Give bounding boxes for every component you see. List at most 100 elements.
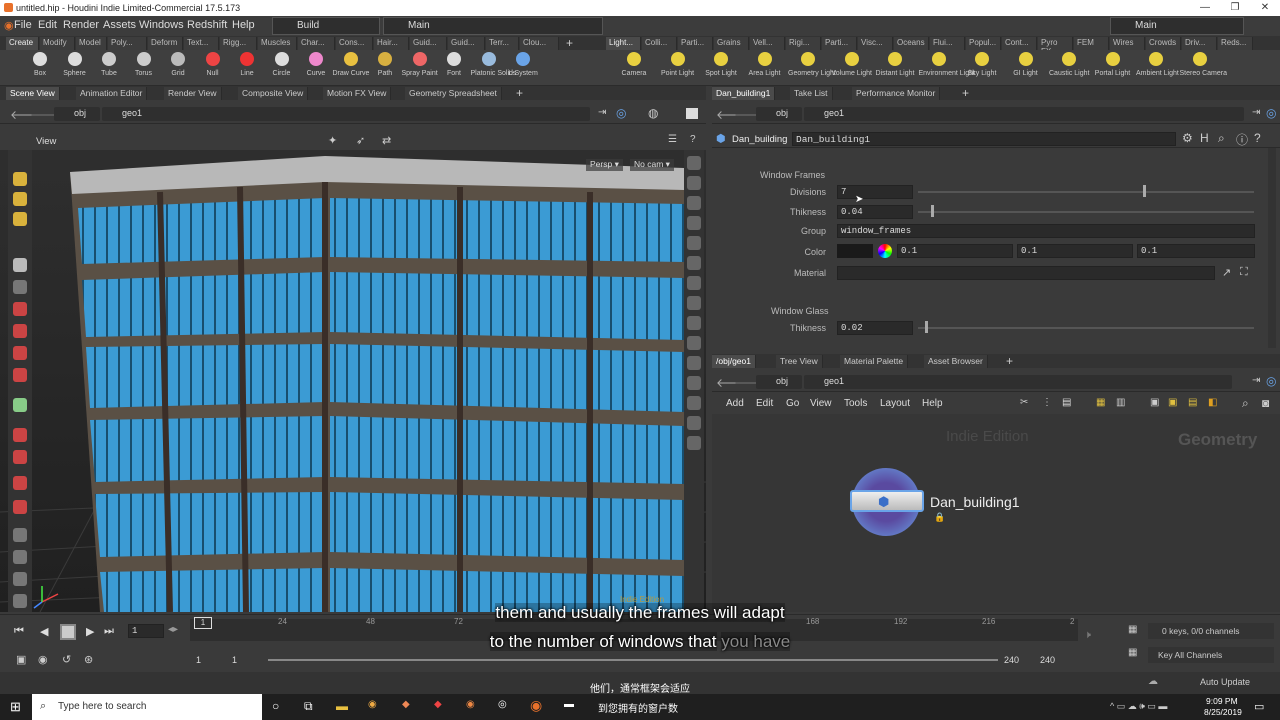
tool-font-button[interactable]: Font (436, 52, 472, 86)
app-icon-3[interactable]: ◎ (498, 699, 507, 710)
gear-icon[interactable]: ⚙ (1182, 131, 1193, 145)
select-tool-icon[interactable] (13, 258, 27, 272)
menu-edit[interactable]: Edit (38, 19, 57, 31)
pin-icon[interactable]: ⇥ (598, 107, 606, 118)
camera-icon[interactable]: ◙ (1262, 396, 1269, 410)
brush-tool-icon[interactable] (13, 212, 27, 226)
params-scrollbar[interactable] (1268, 148, 1276, 348)
menu-file[interactable]: File (14, 19, 32, 31)
shelf-tab-right-8[interactable]: Oceans (894, 37, 929, 50)
tab-composite-view[interactable]: Composite View (238, 87, 309, 100)
range-end2[interactable]: 240 (1040, 655, 1055, 665)
pin-icon[interactable]: ⇥ (1252, 107, 1260, 118)
path-obj[interactable]: obj (756, 375, 802, 389)
tool-torus-button[interactable]: Torus (126, 52, 162, 86)
tools-icon[interactable]: ✂ (1020, 397, 1028, 408)
menu-redshift[interactable]: Redshift (187, 19, 227, 31)
glass-thickness-slider-knob[interactable] (924, 321, 928, 333)
shelf-tab-12[interactable]: Guid... (448, 37, 485, 50)
range-bar[interactable] (268, 659, 998, 661)
tool-l-system-button[interactable]: L-System (505, 52, 541, 86)
tab-motion-fx-view[interactable]: Motion FX View (323, 87, 392, 100)
jump-to-operator-icon[interactable]: ↗ (1222, 266, 1231, 279)
tool-tube-button[interactable]: Tube (91, 52, 127, 86)
tab-asset-browser[interactable]: Asset Browser (924, 355, 988, 368)
search-icon[interactable]: ⌕ (1242, 396, 1249, 411)
tool-stereo-camera-button[interactable]: Stereo Camera (1180, 52, 1227, 86)
tool-spray-paint-button[interactable]: Spray Paint (402, 52, 438, 86)
shelf-tab-14[interactable]: Clou... (520, 37, 559, 50)
add-shelf-tab-icon[interactable]: + (566, 36, 573, 50)
shelf-tab-right-10[interactable]: Popul... (966, 37, 1001, 50)
shelf-tab-right-17[interactable]: Reds... (1218, 37, 1253, 50)
tree-icon[interactable]: ⋮ (1042, 397, 1052, 408)
frame-count-icon[interactable] (687, 396, 701, 410)
chrome-icon[interactable]: ◉ (368, 699, 377, 710)
tool-box-button[interactable]: Box (22, 52, 58, 86)
headlight-icon[interactable] (687, 256, 701, 270)
tool-null-button[interactable]: Null (195, 52, 231, 86)
layout-icon[interactable]: ▥ (1116, 397, 1125, 408)
glass-thickness-field[interactable]: 0.02 (837, 321, 913, 335)
tool-gi-light-button[interactable]: GI Light (1006, 52, 1046, 86)
shelf-tab-right-3[interactable]: Grains (714, 37, 749, 50)
grid-icon[interactable]: ▦ (1096, 397, 1105, 408)
shelf-tab-right-0[interactable]: Light... (606, 37, 641, 50)
houdini-menu-icon[interactable]: ◉ (4, 19, 14, 32)
lock-camera-icon[interactable] (687, 196, 701, 210)
tool-portal-light-button[interactable]: Portal Light (1093, 52, 1133, 86)
shelf-tab-9[interactable]: Cons... (336, 37, 373, 50)
help-icon[interactable]: ? (1254, 131, 1261, 145)
tool-area-light-button[interactable]: Area Light (745, 52, 785, 86)
restore-button[interactable]: ❐ (1220, 0, 1250, 16)
network-menu-edit[interactable]: Edit (756, 398, 773, 409)
link-icon[interactable]: ◎ (1266, 374, 1276, 388)
lock-select-icon[interactable] (13, 280, 27, 294)
select-edges-icon[interactable] (13, 346, 27, 360)
glass-thickness-slider-track[interactable] (918, 327, 1254, 329)
rotate-view-icon[interactable] (13, 550, 27, 564)
perspective-menu[interactable]: Persp ▾ (586, 159, 623, 171)
tool-draw-curve-button[interactable]: Draw Curve (333, 52, 369, 86)
desktop-dropdown[interactable]: Build (272, 17, 380, 35)
tool-ambient-light-button[interactable]: Ambient Light (1136, 52, 1179, 86)
tab-tree-view[interactable]: Tree View (776, 355, 823, 368)
menu-assets[interactable]: Assets (103, 19, 136, 31)
shelf-tab-right-9[interactable]: Flui... (930, 37, 965, 50)
shelf-tab-7[interactable]: Muscles (258, 37, 297, 50)
task-view-icon[interactable]: ⧉ (304, 699, 313, 714)
select-prims-icon[interactable] (13, 368, 27, 382)
snapshot-icon[interactable]: ◍ (648, 106, 658, 120)
tab-render-view[interactable]: Render View (164, 87, 222, 100)
divisions-field[interactable]: 7 (837, 185, 913, 199)
color-r-field[interactable]: 0.1 (897, 244, 1013, 258)
wireframe-icon[interactable] (687, 296, 701, 310)
tool-path-button[interactable]: Path (367, 52, 403, 86)
taskbar-search[interactable]: Type here to search (32, 694, 262, 720)
flip-book-icon[interactable] (13, 572, 27, 586)
add-tab-icon[interactable]: + (962, 86, 969, 100)
tab-animation-editor[interactable]: Animation Editor (76, 87, 148, 100)
shelf-tab-2[interactable]: Model (76, 37, 107, 50)
right-desktop-dropdown[interactable]: Main (1110, 17, 1244, 35)
range-end[interactable]: 240 (1004, 655, 1019, 665)
tool-environment-light-button[interactable]: Environment Light (919, 52, 975, 86)
material-field[interactable] (837, 266, 1215, 280)
shelf-tab-right-2[interactable]: Parti... (678, 37, 713, 50)
menu-help[interactable]: Help (232, 19, 255, 31)
thickness-slider-track[interactable] (918, 211, 1254, 213)
normals-icon[interactable] (687, 336, 701, 350)
shelf-tab-13[interactable]: Terr... (486, 37, 519, 50)
point-display-icon[interactable] (687, 316, 701, 330)
shelf-tab-right-4[interactable]: Vell... (750, 37, 785, 50)
app-icon-2[interactable]: ◆ (434, 699, 442, 710)
blender-icon[interactable]: ◉ (466, 699, 475, 710)
shelf-tab-1[interactable]: Modify (40, 37, 75, 50)
shelf-tab-4[interactable]: Deform (148, 37, 183, 50)
file-explorer-icon[interactable]: ▬ (336, 699, 348, 713)
path-geo[interactable]: geo1 (804, 107, 1244, 121)
app-icon-1[interactable]: ◆ (402, 699, 410, 710)
close-button[interactable]: ✕ (1250, 0, 1280, 16)
network-menu-view[interactable]: View (810, 398, 832, 409)
menu-render[interactable]: Render (63, 19, 99, 31)
